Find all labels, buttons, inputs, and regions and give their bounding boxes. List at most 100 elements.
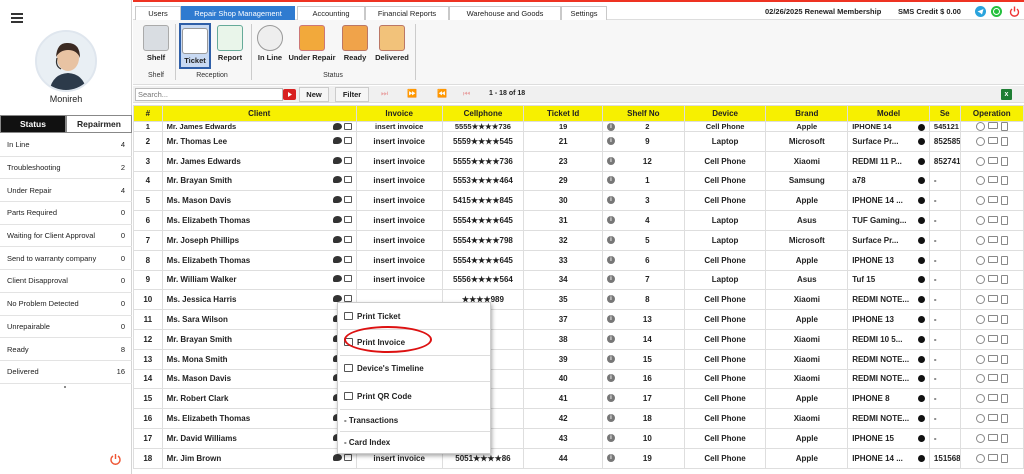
info-icon[interactable]: i: [606, 136, 615, 145]
delivered-button[interactable]: Delivered: [373, 25, 411, 67]
monitor-icon[interactable]: [987, 122, 998, 129]
info-icon[interactable]: i: [606, 156, 615, 165]
chat-icon[interactable]: [332, 156, 342, 164]
client-cell[interactable]: Ms. Mona Smith: [161, 348, 357, 370]
add-icon[interactable]: [975, 136, 985, 146]
monitor-icon[interactable]: [987, 354, 998, 362]
table-row[interactable]: 16Ms. Elizabeth Thomas64542i18Cell Phone…: [133, 408, 1024, 429]
print-icon[interactable]: [343, 123, 352, 130]
chat-icon[interactable]: [332, 136, 342, 144]
table-row[interactable]: 10 Ms. Jessica Harris ★★★★989 35 i 8 Cell Phon…: [133, 289, 1024, 311]
column-header[interactable]: Cellphone: [441, 105, 525, 122]
client-cell[interactable]: Mr. Brayan Smith: [161, 170, 357, 192]
last-page-icon[interactable]: ⏮: [463, 89, 477, 99]
info-icon[interactable]: i: [606, 433, 615, 442]
monitor-icon[interactable]: [987, 334, 998, 342]
status-item[interactable]: Parts Required 0: [0, 202, 132, 225]
info-icon[interactable]: i: [606, 414, 615, 423]
ticket-button[interactable]: Ticket: [179, 23, 211, 69]
client-cell[interactable]: Mr. James Edwards: [161, 121, 357, 132]
info-icon[interactable]: i: [606, 354, 615, 363]
table-row[interactable]: 1 Mr. James Edwards insert invoice 5555★★★★…: [133, 121, 1024, 132]
monitor-icon[interactable]: [987, 433, 998, 441]
menu-print-qr-code[interactable]: Print QR Code: [344, 387, 412, 405]
monitor-icon[interactable]: [987, 453, 998, 461]
invoice-cell[interactable]: insert invoice: [355, 131, 443, 152]
monitor-icon[interactable]: [987, 315, 998, 323]
trash-icon[interactable]: [1000, 374, 1008, 384]
status-item[interactable]: Unrepairable 0: [0, 316, 132, 339]
print-icon[interactable]: [343, 453, 352, 461]
trash-icon[interactable]: [1000, 453, 1008, 463]
info-icon[interactable]: i: [606, 176, 615, 185]
add-icon[interactable]: [975, 216, 985, 226]
add-icon[interactable]: [975, 122, 985, 131]
print-icon[interactable]: [343, 255, 352, 263]
column-header[interactable]: Ticket Id: [523, 105, 603, 122]
tab-repairmen[interactable]: Repairmen: [66, 115, 132, 133]
trash-icon[interactable]: [1000, 394, 1008, 404]
chat-icon[interactable]: [332, 176, 342, 184]
table-row[interactable]: 8 Ms. Elizabeth Thomas insert invoice 5554★…: [133, 249, 1024, 271]
print-icon[interactable]: [343, 235, 352, 243]
client-cell[interactable]: Mr. David Williams: [161, 427, 357, 449]
trash-icon[interactable]: [1000, 354, 1008, 364]
trash-icon[interactable]: [1000, 122, 1008, 131]
info-icon[interactable]: i: [606, 255, 615, 264]
monitor-icon[interactable]: [987, 176, 998, 184]
menu-icon[interactable]: [11, 13, 23, 23]
print-icon[interactable]: [343, 176, 352, 184]
first-page-icon[interactable]: ⏭: [381, 89, 395, 99]
info-icon[interactable]: i: [606, 334, 615, 343]
invoice-cell[interactable]: insert invoice: [355, 150, 443, 172]
tab-repair-shop-management[interactable]: Repair Shop Management: [181, 6, 295, 21]
under-repair-button[interactable]: Under Repair: [286, 25, 338, 67]
monitor-icon[interactable]: [987, 255, 998, 263]
shelf-button[interactable]: Shelf: [143, 25, 169, 67]
client-cell[interactable]: Mr. Thomas Lee: [161, 131, 357, 152]
info-icon[interactable]: i: [606, 196, 615, 205]
client-cell[interactable]: Mr. Robert Clark: [161, 388, 357, 410]
status-item[interactable]: Client Disapproval 0: [0, 270, 132, 293]
next-page-icon[interactable]: ⏩: [407, 89, 421, 99]
status-item[interactable]: Send to warranty company 0: [0, 247, 132, 271]
column-header[interactable]: Model: [847, 105, 930, 122]
client-cell[interactable]: Ms. Elizabeth Thomas: [161, 210, 357, 231]
trash-icon[interactable]: [1000, 156, 1008, 166]
client-cell[interactable]: Ms. Jessica Harris: [161, 289, 357, 311]
monitor-icon[interactable]: [987, 235, 998, 243]
table-row[interactable]: 6 Ms. Elizabeth Thomas insert invoice 5554★…: [133, 210, 1024, 231]
menu-print-ticket[interactable]: Print Ticket: [344, 307, 400, 325]
print-icon[interactable]: [343, 156, 352, 164]
add-icon[interactable]: [975, 394, 985, 404]
trash-icon[interactable]: [1000, 255, 1008, 265]
info-icon[interactable]: i: [606, 295, 615, 304]
column-header[interactable]: Device: [683, 105, 767, 122]
in-line-button[interactable]: In Line: [255, 25, 285, 67]
table-row[interactable]: 15Mr. Robert Clark56741i17Cell PhoneAppl…: [133, 388, 1024, 410]
monitor-icon[interactable]: [987, 414, 998, 422]
tab-financial-reports[interactable]: Financial Reports: [365, 6, 449, 21]
table-row[interactable]: 11Ms. Sara Wilson21437i13Cell PhoneApple…: [133, 309, 1024, 330]
info-icon[interactable]: i: [606, 374, 615, 383]
status-item[interactable]: Ready 8: [0, 338, 132, 361]
menu-card-index[interactable]: - Card Index: [344, 433, 390, 451]
info-icon[interactable]: i: [606, 216, 615, 225]
client-cell[interactable]: Ms. Sara Wilson: [161, 309, 357, 330]
client-cell[interactable]: Mr. Joseph Phillips: [161, 229, 357, 251]
column-header[interactable]: Invoice: [355, 105, 443, 122]
chat-icon[interactable]: [332, 235, 342, 243]
invoice-cell[interactable]: insert invoice: [355, 269, 443, 291]
add-icon[interactable]: [975, 354, 985, 364]
column-header[interactable]: Shelf No: [601, 105, 685, 122]
table-row[interactable]: 7 Mr. Joseph Phillips insert invoice 5554★★…: [133, 229, 1024, 251]
client-cell[interactable]: Ms. Mason Davis: [161, 190, 357, 212]
trash-icon[interactable]: [1000, 334, 1008, 344]
status-item[interactable]: Delivered 16: [0, 361, 132, 384]
tab-accounting[interactable]: Accounting: [297, 6, 365, 21]
table-row[interactable]: 4 Mr. Brayan Smith insert invoice 5553★★★★4…: [133, 170, 1024, 192]
whatsapp-icon[interactable]: [991, 6, 1002, 17]
client-cell[interactable]: Ms. Elizabeth Thomas: [161, 249, 357, 271]
add-icon[interactable]: [975, 255, 985, 265]
telegram-icon[interactable]: [975, 6, 986, 17]
